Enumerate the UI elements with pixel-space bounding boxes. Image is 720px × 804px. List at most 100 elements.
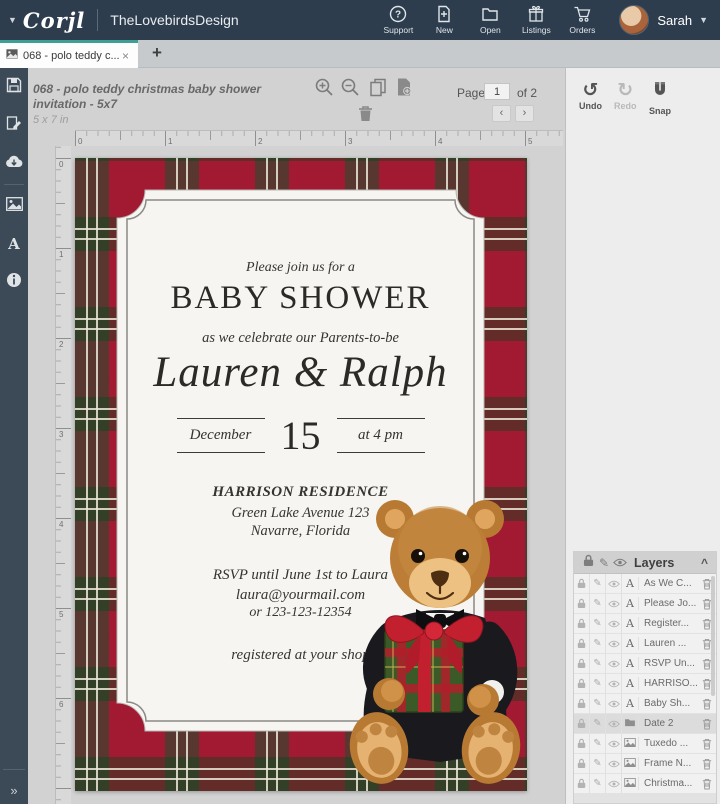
delete-icon[interactable] xyxy=(698,718,716,730)
lock-icon[interactable] xyxy=(574,734,590,753)
page-number-input[interactable] xyxy=(484,83,510,100)
collapse-layers-icon[interactable]: ^ xyxy=(701,556,710,570)
edit-icon[interactable]: ✎ xyxy=(596,556,612,570)
layer-row[interactable]: ✎ Christma... xyxy=(574,774,716,793)
user-name[interactable]: Sarah xyxy=(657,13,692,28)
layer-row[interactable]: ✎ARegister... xyxy=(574,614,716,633)
nav-orders[interactable]: Orders xyxy=(559,5,605,35)
edit-icon[interactable]: ✎ xyxy=(590,694,606,713)
visibility-icon[interactable] xyxy=(606,634,622,653)
edit-icon[interactable]: ✎ xyxy=(590,594,606,613)
new-tab-button[interactable]: + xyxy=(152,43,162,63)
nav-listings[interactable]: Listings xyxy=(513,5,559,35)
zoom-in-button[interactable] xyxy=(314,77,336,99)
delete-icon[interactable] xyxy=(698,758,716,770)
layer-name[interactable]: Frame N... xyxy=(639,758,698,769)
visibility-icon[interactable] xyxy=(606,734,622,753)
next-page-button[interactable]: › xyxy=(515,105,534,122)
download-button[interactable] xyxy=(0,144,28,182)
layers-scrollbar[interactable] xyxy=(711,576,715,696)
layer-name[interactable]: Please Jo... xyxy=(639,598,698,609)
lock-icon[interactable] xyxy=(574,674,590,693)
visibility-icon[interactable] xyxy=(606,574,622,593)
user-avatar[interactable] xyxy=(619,5,649,35)
invite-day-text[interactable]: 15 xyxy=(279,412,323,459)
edit-icon[interactable]: ✎ xyxy=(590,734,606,753)
layer-name[interactable]: Date 2 xyxy=(639,718,698,729)
layer-name[interactable]: RSVP Un... xyxy=(639,658,698,669)
nav-support[interactable]: ? Support xyxy=(375,5,421,35)
layer-row[interactable]: ✎ Date 2 xyxy=(574,714,716,733)
layer-name[interactable]: HARRISO... xyxy=(639,678,698,689)
lock-icon[interactable] xyxy=(574,774,590,793)
visibility-icon[interactable] xyxy=(606,714,622,733)
edit-icon[interactable]: ✎ xyxy=(590,614,606,633)
info-button[interactable] xyxy=(0,263,28,301)
visibility-icon[interactable] xyxy=(606,614,622,633)
snap-button[interactable]: Snap xyxy=(649,80,671,116)
lock-icon[interactable] xyxy=(574,714,590,733)
lock-icon[interactable] xyxy=(574,754,590,773)
lock-icon[interactable] xyxy=(574,694,590,713)
tuxedo-teddy-bear-image[interactable] xyxy=(345,490,525,790)
delete-icon[interactable] xyxy=(698,698,716,710)
layer-name[interactable]: As We C... xyxy=(639,578,698,589)
text-button[interactable]: A xyxy=(0,225,28,263)
layer-name[interactable]: Tuxedo ... xyxy=(639,738,698,749)
layer-row[interactable]: ✎ALauren ... xyxy=(574,634,716,653)
images-button[interactable] xyxy=(0,187,28,225)
invite-title-text[interactable]: BABY SHOWER xyxy=(117,280,484,317)
visibility-icon[interactable] xyxy=(606,754,622,773)
invite-date-block[interactable]: December 15 at 4 pm xyxy=(117,412,484,459)
duplicate-page-button[interactable] xyxy=(368,77,390,99)
edit-icon[interactable]: ✎ xyxy=(590,634,606,653)
add-page-button[interactable] xyxy=(394,77,416,99)
save-button[interactable] xyxy=(0,68,28,106)
nav-open[interactable]: Open xyxy=(467,5,513,35)
redo-button[interactable]: ↻ Redo xyxy=(614,80,637,111)
document-tab[interactable]: 068 - polo teddy c... × xyxy=(0,40,138,68)
visibility-icon[interactable] xyxy=(606,694,622,713)
visibility-icon[interactable] xyxy=(606,594,622,613)
edit-icon[interactable]: ✎ xyxy=(590,714,606,733)
lock-icon[interactable] xyxy=(574,574,590,593)
user-menu-caret-icon[interactable]: ▼ xyxy=(699,15,708,25)
invite-intro-text[interactable]: Please join us for a xyxy=(117,260,484,276)
edit-icon[interactable]: ✎ xyxy=(590,654,606,673)
layer-name[interactable]: Christma... xyxy=(639,778,698,789)
rename-button[interactable] xyxy=(0,106,28,144)
collapse-sidebar-button[interactable]: » xyxy=(0,783,28,798)
layer-row[interactable]: ✎AAs We C... xyxy=(574,574,716,593)
layer-name[interactable]: Register... xyxy=(639,618,698,629)
workspace-caret-icon[interactable]: ▼ xyxy=(8,15,17,25)
edit-icon[interactable]: ✎ xyxy=(590,674,606,693)
lock-icon[interactable] xyxy=(574,614,590,633)
prev-page-button[interactable]: ‹ xyxy=(492,105,511,122)
layer-row[interactable]: ✎Frame N... xyxy=(574,754,716,773)
layer-row[interactable]: ✎ABaby Sh... xyxy=(574,694,716,713)
delete-page-button[interactable] xyxy=(356,104,378,126)
layer-name[interactable]: Baby Sh... xyxy=(639,698,698,709)
edit-icon[interactable]: ✎ xyxy=(590,574,606,593)
visibility-icon[interactable] xyxy=(606,774,622,793)
invite-month-text[interactable]: December xyxy=(177,418,265,453)
delete-icon[interactable] xyxy=(698,738,716,750)
lock-icon[interactable] xyxy=(574,634,590,653)
edit-icon[interactable]: ✎ xyxy=(590,774,606,793)
visibility-icon[interactable] xyxy=(606,654,622,673)
invite-time-text[interactable]: at 4 pm xyxy=(337,418,425,453)
zoom-out-button[interactable] xyxy=(340,77,362,99)
layer-row[interactable]: ✎ Tuxedo ... xyxy=(574,734,716,753)
lock-icon[interactable] xyxy=(574,594,590,613)
invitation-design[interactable]: Please join us for a BABY SHOWER as we c… xyxy=(75,158,527,791)
invite-names-text[interactable]: Lauren & Ralph xyxy=(117,348,484,397)
layer-name[interactable]: Lauren ... xyxy=(639,638,698,649)
layer-row[interactable]: ✎AHARRISO... xyxy=(574,674,716,693)
lock-icon[interactable] xyxy=(574,654,590,673)
tab-close-icon[interactable]: × xyxy=(119,49,132,63)
layer-row[interactable]: ✎ARSVP Un... xyxy=(574,654,716,673)
lock-icon[interactable] xyxy=(580,554,596,572)
invite-subtitle-text[interactable]: as we celebrate our Parents-to-be xyxy=(117,330,484,347)
undo-button[interactable]: ↺ Undo xyxy=(579,80,602,111)
layer-row[interactable]: ✎APlease Jo... xyxy=(574,594,716,613)
